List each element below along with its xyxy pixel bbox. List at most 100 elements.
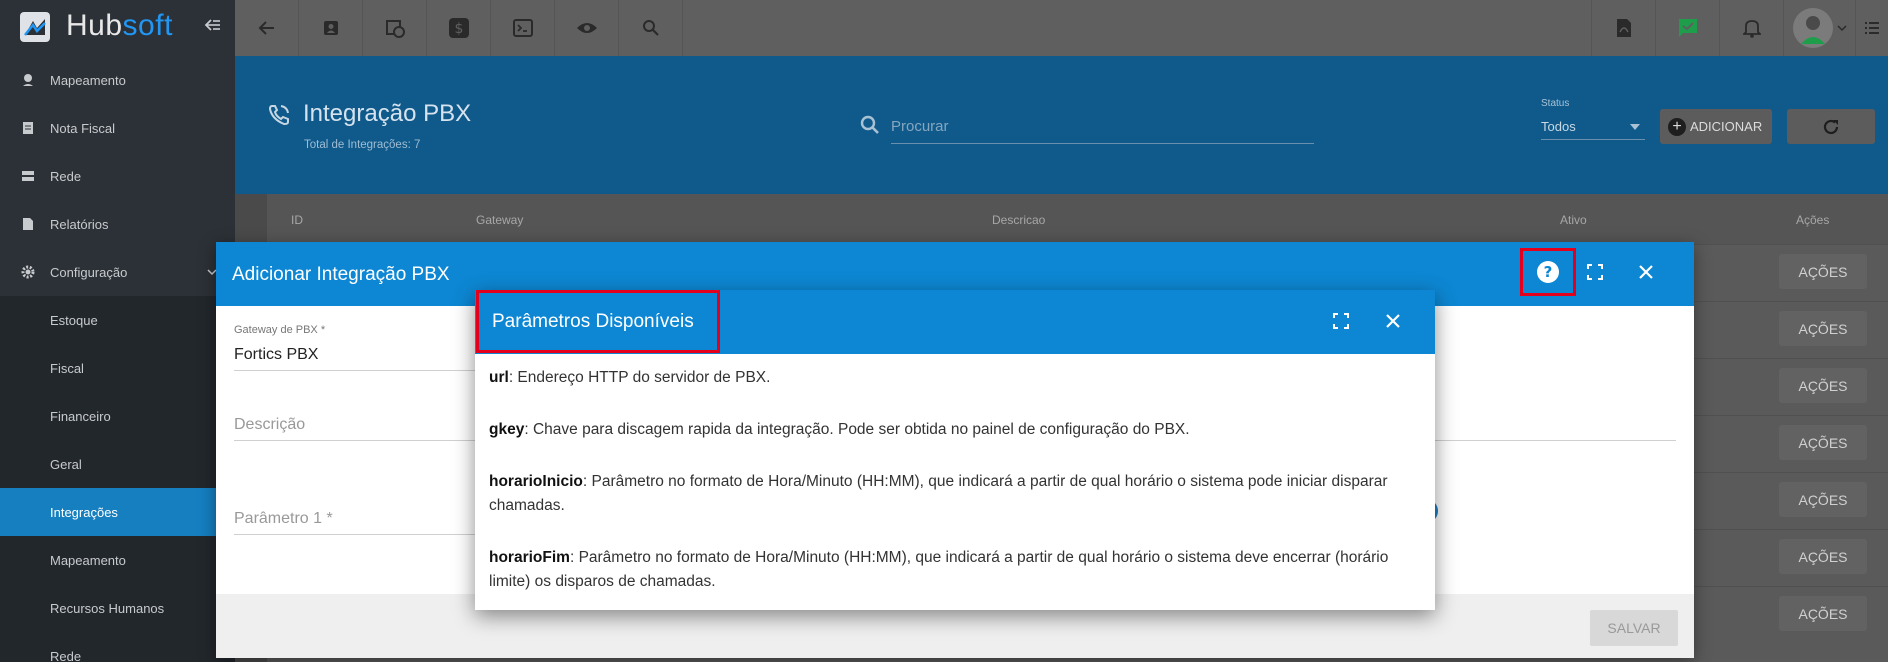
row-actions-button[interactable]: AÇÕES	[1779, 539, 1867, 574]
search-button[interactable]	[619, 0, 683, 56]
save-button[interactable]: SALVAR	[1590, 610, 1678, 646]
column-header-id[interactable]: ID	[291, 213, 303, 227]
caret-down-icon	[1630, 124, 1640, 130]
finance-button[interactable]: $	[427, 0, 491, 56]
sidebar-item-nota-fiscal[interactable]: Nota Fiscal	[0, 104, 235, 152]
plus-circle-icon: +	[1668, 117, 1686, 136]
popup-header: Parâmetros Disponíveis	[475, 290, 1435, 354]
search-icon	[642, 20, 659, 36]
view-button[interactable]	[555, 0, 619, 56]
sidebar-subitem-label: Recursos Humanos	[50, 600, 165, 616]
sidebar-subitem-financeiro[interactable]: Financeiro	[0, 392, 235, 440]
sidebar-subitem-estoque[interactable]: Estoque	[0, 296, 235, 344]
check-message-icon	[1678, 19, 1697, 37]
param-name: url	[489, 369, 509, 386]
row-actions-button[interactable]: AÇÕES	[1779, 311, 1867, 346]
chevron-down-icon	[1836, 25, 1847, 32]
bell-icon	[1742, 20, 1761, 38]
row-actions-button[interactable]: AÇÕES	[1779, 596, 1867, 631]
row-actions-button[interactable]: AÇÕES	[1779, 254, 1867, 289]
more-menu-button[interactable]	[1855, 0, 1888, 56]
sidebar-item-mapeamento[interactable]: Mapeamento	[0, 56, 235, 104]
map-pin-icon	[23, 74, 33, 86]
search-input[interactable]	[891, 110, 1314, 144]
notifications-button[interactable]	[1719, 0, 1783, 56]
sidebar: Hubsoft Mapeamento Nota Fiscal Rede Rela…	[0, 0, 235, 662]
contact-card-icon	[323, 21, 338, 35]
logo[interactable]: Hubsoft	[0, 0, 235, 56]
sidebar-subitem-rede[interactable]: Rede	[0, 632, 235, 662]
sidebar-subitem-mapeamento[interactable]: Mapeamento	[0, 536, 235, 584]
param-name: horarioInicio	[489, 473, 583, 490]
gateway-select[interactable]: Fortics PBX	[234, 346, 318, 364]
param-gkey: gkey: Chave para discagem rapida da inte…	[489, 418, 1409, 442]
param-desc: : Chave para discagem rapida da integraç…	[524, 421, 1190, 438]
sidebar-item-rede[interactable]: Rede	[0, 152, 235, 200]
sidebar-subitem-recursos-humanos[interactable]: Recursos Humanos	[0, 584, 235, 632]
schedule-button[interactable]	[363, 0, 427, 56]
title-highlight-box	[476, 290, 720, 353]
column-header-descricao[interactable]: Descricao	[992, 213, 1045, 227]
fullscreen-icon[interactable]	[1587, 264, 1603, 280]
help-highlight-box	[1520, 248, 1576, 296]
sidebar-item-label: Rede	[50, 168, 82, 184]
svg-text:$: $	[454, 21, 463, 37]
sidebar-item-label: Nota Fiscal	[50, 120, 116, 136]
pdf-button[interactable]	[1591, 0, 1655, 56]
sidebar-subitem-integracoes[interactable]: Integrações	[0, 488, 235, 536]
row-actions-button[interactable]: AÇÕES	[1779, 425, 1867, 460]
server-icon	[22, 171, 34, 181]
row-actions-button[interactable]: AÇÕES	[1779, 482, 1867, 517]
add-button-label: ADICIONAR	[1690, 119, 1763, 134]
contacts-button[interactable]	[299, 0, 363, 56]
document-icon	[23, 122, 33, 134]
tasks-button[interactable]	[1655, 0, 1719, 56]
refresh-button[interactable]	[1787, 109, 1875, 144]
terminal-icon	[512, 19, 533, 37]
close-icon[interactable]	[1385, 313, 1401, 329]
collapse-sidebar-icon[interactable]	[204, 16, 222, 34]
parameters-popup: Parâmetros Disponíveis url: Endereço HTT…	[475, 290, 1435, 610]
fullscreen-icon[interactable]	[1333, 313, 1349, 329]
sidebar-subitem-label: Fiscal	[50, 360, 84, 376]
gateway-underline	[234, 370, 494, 371]
descricao-field[interactable]: Descrição	[234, 416, 305, 434]
param-horario-fim: horarioFim: Parâmetro no formato de Hora…	[489, 546, 1409, 594]
param-desc: : Parâmetro no formato de Hora/Minuto (H…	[489, 473, 1388, 514]
sidebar-subitem-label: Financeiro	[50, 408, 111, 424]
add-button[interactable]: + ADICIONAR	[1660, 109, 1772, 144]
terminal-button[interactable]	[491, 0, 555, 56]
param-horario-inicio: horarioInicio: Parâmetro no formato de H…	[489, 470, 1409, 518]
refresh-icon	[1823, 119, 1839, 134]
modal-title: Adicionar Integração PBX	[232, 264, 450, 285]
column-header-gateway[interactable]: Gateway	[476, 213, 523, 227]
column-header-ativo[interactable]: Ativo	[1560, 213, 1587, 227]
sidebar-subitem-label: Estoque	[50, 312, 98, 328]
param-url: url: Endereço HTTP do servidor de PBX.	[489, 366, 1409, 390]
report-icon	[23, 218, 33, 230]
dollar-icon: $	[448, 18, 469, 38]
row-actions-button[interactable]: AÇÕES	[1779, 368, 1867, 403]
close-icon[interactable]	[1638, 264, 1654, 280]
sidebar-subitem-label: Rede	[50, 648, 82, 662]
list-menu-icon	[1865, 22, 1879, 34]
param-desc: : Parâmetro no formato de Hora/Minuto (H…	[489, 549, 1389, 590]
sidebar-item-label: Configuração	[50, 264, 128, 280]
parameters-list: url: Endereço HTTP do servidor de PBX. g…	[489, 366, 1409, 622]
top-toolbar: $	[235, 0, 1888, 56]
parametro-underline	[234, 534, 494, 535]
user-menu-button[interactable]	[1783, 0, 1855, 56]
sidebar-item-relatorios[interactable]: Relatórios	[0, 200, 235, 248]
param-name: gkey	[489, 421, 525, 438]
sidebar-subitem-fiscal[interactable]: Fiscal	[0, 344, 235, 392]
parametro-field[interactable]: Parâmetro 1 *	[234, 510, 333, 528]
sidebar-subitem-label: Integrações	[50, 504, 118, 520]
sidebar-subitem-geral[interactable]: Geral	[0, 440, 235, 488]
sidebar-item-configuracao[interactable]: Configuração	[0, 248, 235, 296]
hubsoft-logo-icon	[20, 12, 50, 42]
sidebar-item-label: Relatórios	[50, 216, 109, 232]
page-subtitle: Total de Integrações: 7	[304, 139, 421, 151]
sidebar-nav: Mapeamento Nota Fiscal Rede Relatórios C…	[0, 56, 235, 662]
arrow-left-icon	[258, 21, 274, 35]
back-button[interactable]	[235, 0, 299, 56]
